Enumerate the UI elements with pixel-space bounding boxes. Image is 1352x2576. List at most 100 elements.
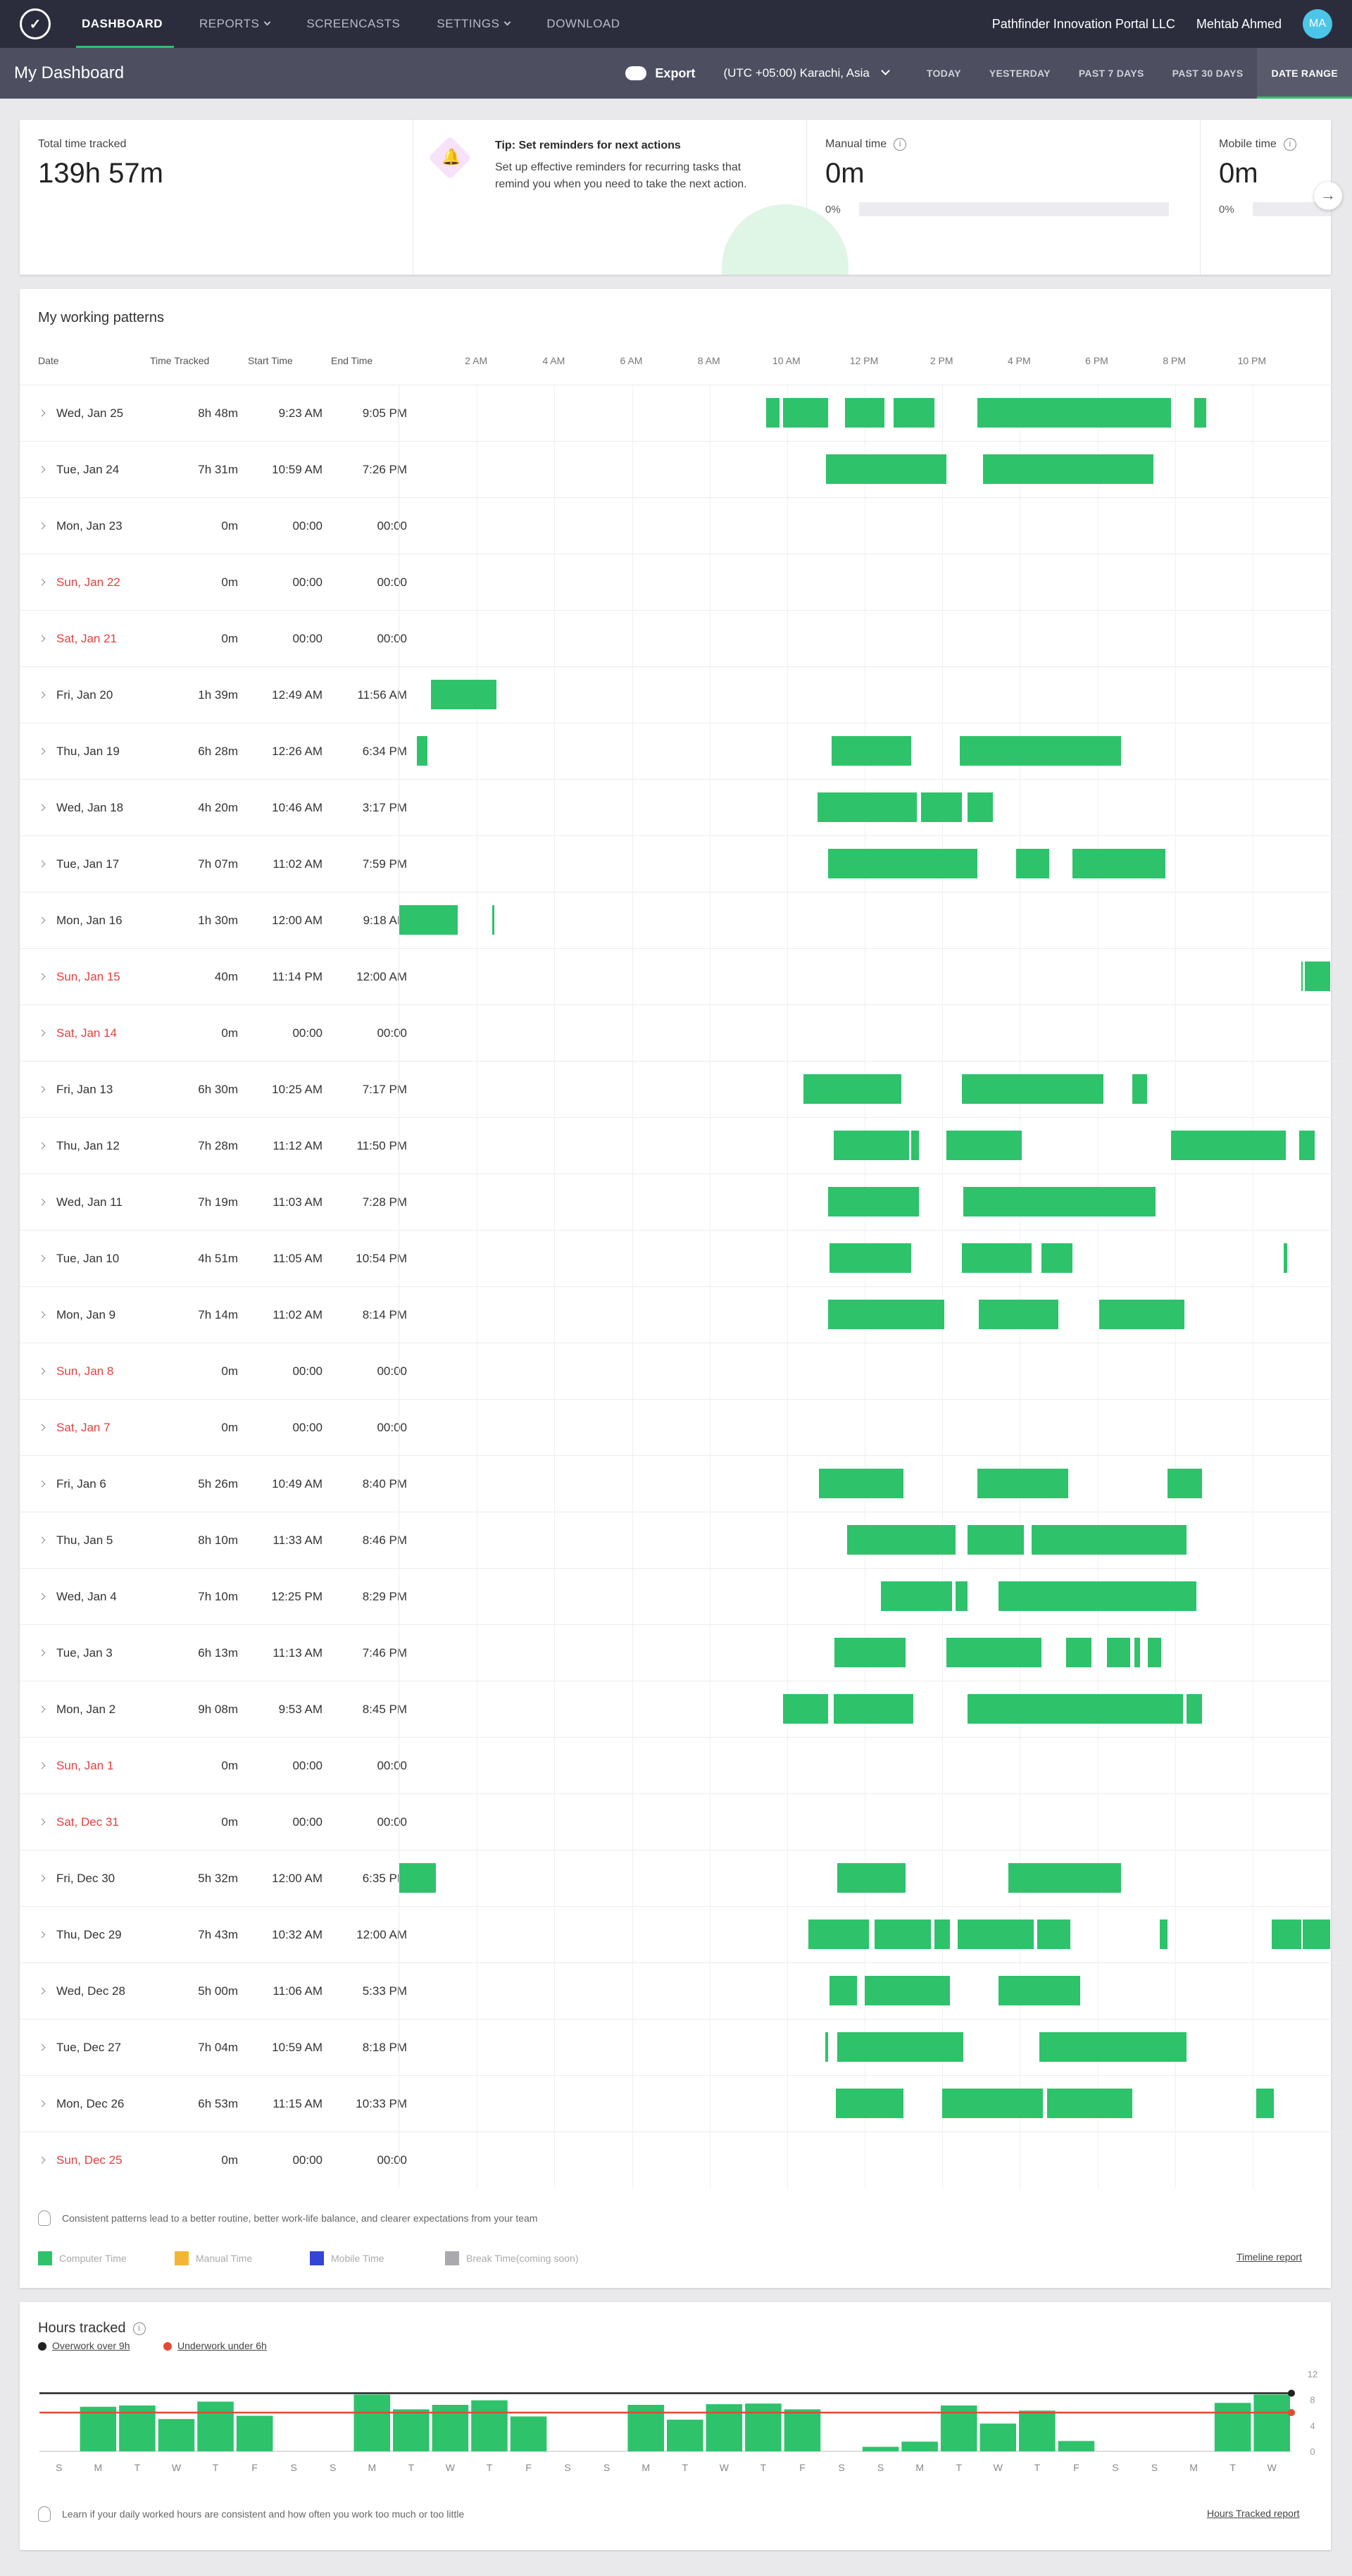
chevron-right-icon[interactable] [38, 916, 46, 924]
chevron-right-icon[interactable] [38, 1142, 46, 1150]
chevron-right-icon[interactable] [38, 635, 46, 642]
table-row[interactable]: Sun, Jan 15 40m 11:14 PM 12:00 AM [20, 948, 1351, 1005]
bar[interactable] [1019, 2410, 1056, 2451]
info-icon[interactable]: i [1283, 138, 1296, 151]
activity-segment[interactable] [881, 1581, 952, 1611]
bar[interactable] [471, 2400, 508, 2451]
info-icon[interactable]: i [894, 138, 907, 151]
activity-segment[interactable] [999, 1581, 1196, 1611]
activity-segment[interactable] [830, 1976, 857, 2005]
chevron-right-icon[interactable] [38, 747, 46, 755]
bar[interactable] [862, 2446, 899, 2451]
activity-segment[interactable] [1194, 398, 1206, 428]
chevron-right-icon[interactable] [38, 466, 46, 473]
activity-segment[interactable] [819, 1469, 904, 1498]
nav-item-settings[interactable]: SETTINGS [421, 0, 531, 48]
activity-segment[interactable] [999, 1976, 1080, 2005]
table-row[interactable]: Tue, Jan 17 7h 07m 11:02 AM 7:59 PM [20, 835, 1351, 892]
table-row[interactable]: Wed, Jan 25 8h 48m 9:23 AM 9:05 PM [20, 385, 1351, 442]
underwork-legend[interactable]: Underwork under 6h [163, 2340, 267, 2351]
activity-segment[interactable] [832, 736, 912, 766]
activity-segment[interactable] [911, 1131, 920, 1160]
chevron-right-icon[interactable] [38, 1311, 46, 1319]
organization-name[interactable]: Pathfinder Innovation Portal LLC [992, 17, 1175, 32]
table-row[interactable]: Sun, Jan 22 0m 00:00 00:00 [20, 554, 1351, 611]
table-row[interactable]: Mon, Jan 9 7h 14m 11:02 AM 8:14 PM [20, 1286, 1351, 1343]
activity-segment[interactable] [942, 2089, 1044, 2118]
table-row[interactable]: Sat, Dec 31 0m 00:00 00:00 [20, 1793, 1351, 1850]
activity-segment[interactable] [827, 1187, 920, 1217]
activity-segment[interactable] [416, 736, 427, 766]
activity-segment[interactable] [1171, 1131, 1286, 1160]
table-row[interactable]: Sun, Jan 1 0m 00:00 00:00 [20, 1737, 1351, 1794]
table-row[interactable]: Thu, Jan 5 8h 10m 11:33 AM 8:46 PM [20, 1512, 1351, 1569]
activity-segment[interactable] [1148, 1638, 1162, 1667]
table-row[interactable]: Wed, Jan 11 7h 19m 11:03 AM 7:28 PM [20, 1174, 1351, 1231]
bar[interactable] [784, 2409, 821, 2451]
table-row[interactable]: Thu, Dec 29 7h 43m 10:32 AM 12:00 AM [20, 1906, 1351, 1963]
activity-segment[interactable] [946, 1638, 1041, 1667]
chevron-right-icon[interactable] [38, 2156, 46, 2164]
chevron-right-icon[interactable] [38, 804, 46, 811]
activity-segment[interactable] [837, 1863, 906, 1893]
activity-segment[interactable] [946, 1131, 1022, 1160]
range-tab-date-range[interactable]: DATE RANGE [1257, 48, 1352, 99]
range-tab-past-30-days[interactable]: PAST 30 DAYS [1158, 48, 1258, 99]
activity-segment[interactable] [958, 1919, 1034, 1949]
activity-segment[interactable] [825, 2032, 828, 2062]
range-tab-yesterday[interactable]: YESTERDAY [975, 48, 1065, 99]
activity-segment[interactable] [492, 905, 494, 935]
app-logo-icon[interactable]: ✓ [20, 8, 51, 39]
chevron-right-icon[interactable] [38, 1874, 46, 1882]
table-row[interactable]: Tue, Jan 10 4h 51m 11:05 AM 10:54 PM [20, 1230, 1351, 1287]
bar[interactable] [901, 2441, 938, 2451]
activity-segment[interactable] [1187, 1694, 1203, 1724]
activity-segment[interactable] [1015, 849, 1049, 878]
activity-segment[interactable] [1008, 1863, 1121, 1893]
bar[interactable] [745, 2403, 782, 2451]
bar[interactable] [667, 2420, 703, 2451]
activity-segment[interactable] [827, 849, 977, 878]
activity-segment[interactable] [803, 1074, 902, 1104]
activity-segment[interactable] [830, 1243, 912, 1273]
bar[interactable] [393, 2409, 430, 2451]
chevron-right-icon[interactable] [38, 1931, 46, 1939]
bar[interactable] [510, 2416, 547, 2452]
activity-segment[interactable] [967, 792, 993, 822]
activity-segment[interactable] [1039, 2032, 1187, 2062]
chevron-right-icon[interactable] [38, 409, 46, 417]
table-row[interactable]: Tue, Jan 24 7h 31m 10:59 AM 7:26 PM [20, 441, 1351, 498]
bar[interactable] [1253, 2394, 1290, 2451]
activity-segment[interactable] [979, 1300, 1059, 1329]
chevron-right-icon[interactable] [38, 1480, 46, 1488]
activity-segment[interactable] [833, 1694, 913, 1724]
chevron-right-icon[interactable] [38, 691, 46, 699]
chevron-right-icon[interactable] [38, 1536, 46, 1544]
activity-segment[interactable] [961, 1074, 1103, 1104]
chevron-right-icon[interactable] [38, 1367, 46, 1375]
activity-segment[interactable] [865, 1976, 951, 2005]
activity-segment[interactable] [835, 2089, 904, 2118]
activity-segment[interactable] [399, 1863, 437, 1893]
activity-segment[interactable] [1305, 962, 1330, 991]
activity-segment[interactable] [808, 1919, 869, 1949]
table-row[interactable]: Tue, Jan 3 6h 13m 11:13 AM 7:46 PM [20, 1624, 1351, 1681]
chevron-right-icon[interactable] [38, 1818, 46, 1826]
export-button[interactable]: Export [625, 66, 695, 81]
bar[interactable] [158, 2419, 195, 2451]
activity-segment[interactable] [1272, 1919, 1301, 1949]
activity-segment[interactable] [1066, 1638, 1092, 1667]
activity-segment[interactable] [827, 1300, 944, 1329]
activity-segment[interactable] [956, 1581, 968, 1611]
chevron-right-icon[interactable] [38, 1029, 46, 1037]
activity-segment[interactable] [963, 1187, 1156, 1217]
activity-segment[interactable] [765, 398, 780, 428]
nav-item-dashboard[interactable]: DASHBOARD [66, 0, 184, 48]
activity-segment[interactable] [934, 1919, 951, 1949]
chevron-right-icon[interactable] [38, 1085, 46, 1093]
activity-segment[interactable] [1099, 1300, 1185, 1329]
range-tab-today[interactable]: TODAY [913, 48, 975, 99]
bar[interactable] [979, 2423, 1017, 2451]
chevron-right-icon[interactable] [38, 1705, 46, 1713]
activity-segment[interactable] [1107, 1638, 1131, 1667]
